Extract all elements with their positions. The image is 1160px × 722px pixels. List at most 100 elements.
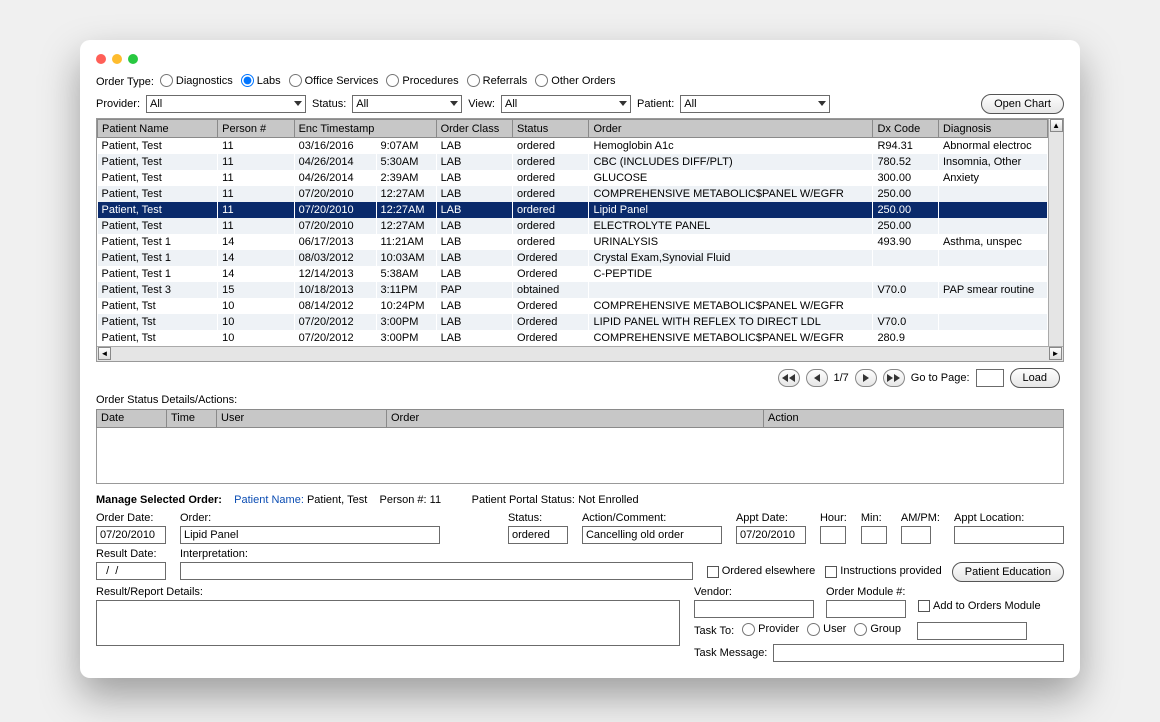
order-type-referrals[interactable]: Referrals xyxy=(467,74,528,87)
result-details-textarea[interactable] xyxy=(96,600,680,646)
open-chart-button[interactable]: Open Chart xyxy=(981,94,1064,114)
table-row[interactable]: Patient, Test1107/20/201012:27AMLABorder… xyxy=(98,218,1048,234)
table-row[interactable]: Patient, Tst1007/20/20123:00PMLABOrdered… xyxy=(98,330,1048,346)
details-column-header: User xyxy=(217,409,387,427)
last-page-button[interactable] xyxy=(883,369,905,387)
column-header[interactable]: Order xyxy=(589,120,873,138)
column-header[interactable]: Order Class xyxy=(436,120,512,138)
goto-page-label: Go to Page: xyxy=(911,372,970,384)
table-row[interactable]: Patient, Tst1007/20/20123:00PMLABOrdered… xyxy=(98,314,1048,330)
order-label: Order: xyxy=(180,512,494,524)
table-row[interactable]: Patient, Tst1008/14/201210:24PMLABOrdere… xyxy=(98,298,1048,314)
column-header[interactable]: Diagnosis xyxy=(938,120,1047,138)
details-body[interactable] xyxy=(96,428,1064,484)
order-type-procedures[interactable]: Procedures xyxy=(386,74,458,87)
orders-grid: Patient NamePerson #Enc TimestampOrder C… xyxy=(96,118,1064,362)
order-date-label: Order Date: xyxy=(96,512,166,524)
patient-education-button[interactable]: Patient Education xyxy=(952,562,1064,582)
page-indicator: 1/7 xyxy=(834,372,849,384)
view-label: View: xyxy=(468,98,495,110)
hour-label: Hour: xyxy=(820,512,847,524)
next-page-button[interactable] xyxy=(855,369,877,387)
column-header[interactable]: Person # xyxy=(218,120,294,138)
table-row[interactable]: Patient, Test 11408/03/201210:03AMLABOrd… xyxy=(98,250,1048,266)
task-to-provider[interactable]: Provider xyxy=(742,623,799,636)
order-type-office-services[interactable]: Office Services xyxy=(289,74,379,87)
order-type-row: Order Type: Diagnostics Labs Office Serv… xyxy=(96,74,1064,90)
prev-page-button[interactable] xyxy=(806,369,828,387)
result-date-input[interactable] xyxy=(96,562,166,580)
result-details-label: Result/Report Details: xyxy=(96,586,680,598)
column-header[interactable]: Enc Timestamp xyxy=(294,120,436,138)
order-type-other-orders[interactable]: Other Orders xyxy=(535,74,615,87)
details-title: Order Status Details/Actions: xyxy=(96,394,1064,406)
table-row[interactable]: Patient, Test1104/26/20142:39AMLABordere… xyxy=(98,170,1048,186)
close-icon[interactable] xyxy=(96,54,106,64)
task-message-label: Task Message: xyxy=(694,647,767,659)
table-row[interactable]: Patient, Test 11412/14/20135:38AMLABOrde… xyxy=(98,266,1048,282)
vendor-input[interactable] xyxy=(694,600,814,618)
result-date-label: Result Date: xyxy=(96,548,166,560)
status-form-label: Status: xyxy=(508,512,568,524)
task-to-group[interactable]: Group xyxy=(854,623,901,636)
horizontal-scrollbar[interactable]: ◄ ► xyxy=(97,346,1063,361)
ampm-input[interactable] xyxy=(901,526,931,544)
status-input[interactable] xyxy=(508,526,568,544)
order-type-labs[interactable]: Labs xyxy=(241,74,281,87)
task-to-input[interactable] xyxy=(917,622,1027,640)
table-row[interactable]: Patient, Test 31510/18/20133:11PMPAPobta… xyxy=(98,282,1048,298)
portal-status-value: Not Enrolled xyxy=(578,494,639,506)
min-input[interactable] xyxy=(861,526,887,544)
task-message-input[interactable] xyxy=(773,644,1064,662)
task-to-user[interactable]: User xyxy=(807,623,846,636)
details-column-header: Order xyxy=(387,409,764,427)
vertical-scrollbar[interactable]: ▲ xyxy=(1048,119,1063,346)
table-row[interactable]: Patient, Test1107/20/201012:27AMLABorder… xyxy=(98,202,1048,218)
column-header[interactable]: Status xyxy=(513,120,589,138)
order-type-label: Order Type: xyxy=(96,76,154,88)
column-header[interactable]: Patient Name xyxy=(98,120,218,138)
table-row[interactable]: Patient, Test1107/20/201012:27AMLABorder… xyxy=(98,186,1048,202)
action-comment-input[interactable] xyxy=(582,526,722,544)
add-to-orders-checkbox[interactable]: Add to Orders Module xyxy=(918,586,1041,618)
maximize-icon[interactable] xyxy=(128,54,138,64)
patient-name-label: Patient Name: xyxy=(234,494,304,506)
details-column-header: Time xyxy=(167,409,217,427)
filter-row: Provider: All Status: All View: All Pati… xyxy=(96,94,1064,114)
provider-dropdown[interactable]: All xyxy=(146,95,306,113)
table-row[interactable]: Patient, Test 11406/17/201311:21AMLABord… xyxy=(98,234,1048,250)
min-label: Min: xyxy=(861,512,887,524)
status-label: Status: xyxy=(312,98,346,110)
view-dropdown[interactable]: All xyxy=(501,95,631,113)
patient-name-value: Patient, Test xyxy=(307,494,367,506)
instructions-provided-checkbox[interactable]: Instructions provided xyxy=(825,565,942,577)
first-page-button[interactable] xyxy=(778,369,800,387)
table-row[interactable]: Patient, Test1104/26/20145:30AMLABordere… xyxy=(98,154,1048,170)
ordered-elsewhere-checkbox[interactable]: Ordered elsewhere xyxy=(707,565,816,577)
load-button[interactable]: Load xyxy=(1010,368,1060,388)
details-column-header: Action xyxy=(764,409,1064,427)
status-filter-dropdown[interactable]: All xyxy=(352,95,462,113)
order-type-diagnostics[interactable]: Diagnostics xyxy=(160,74,233,87)
provider-label: Provider: xyxy=(96,98,140,110)
person-number-label: Person #: xyxy=(380,494,427,506)
appt-date-input[interactable] xyxy=(736,526,806,544)
pager: 1/7 Go to Page: Load xyxy=(100,368,1060,388)
order-date-input[interactable] xyxy=(96,526,166,544)
goto-page-input[interactable] xyxy=(976,369,1004,387)
orders-table[interactable]: Patient NamePerson #Enc TimestampOrder C… xyxy=(97,119,1048,346)
interpretation-input[interactable] xyxy=(180,562,693,580)
order-input[interactable] xyxy=(180,526,440,544)
person-number-value: 11 xyxy=(430,494,441,506)
table-row[interactable]: Patient, Test1103/16/20169:07AMLABordere… xyxy=(98,138,1048,154)
manage-selected-line: Manage Selected Order: Patient Name: Pat… xyxy=(96,494,1064,506)
patient-dropdown[interactable]: All xyxy=(680,95,830,113)
vendor-label: Vendor: xyxy=(694,586,814,598)
order-module-input[interactable] xyxy=(826,600,906,618)
appt-location-label: Appt Location: xyxy=(954,512,1064,524)
hour-input[interactable] xyxy=(820,526,846,544)
minimize-icon[interactable] xyxy=(112,54,122,64)
column-header[interactable]: Dx Code xyxy=(873,120,939,138)
details-header-row: DateTimeUserOrderAction xyxy=(97,409,1064,427)
appt-location-input[interactable] xyxy=(954,526,1064,544)
